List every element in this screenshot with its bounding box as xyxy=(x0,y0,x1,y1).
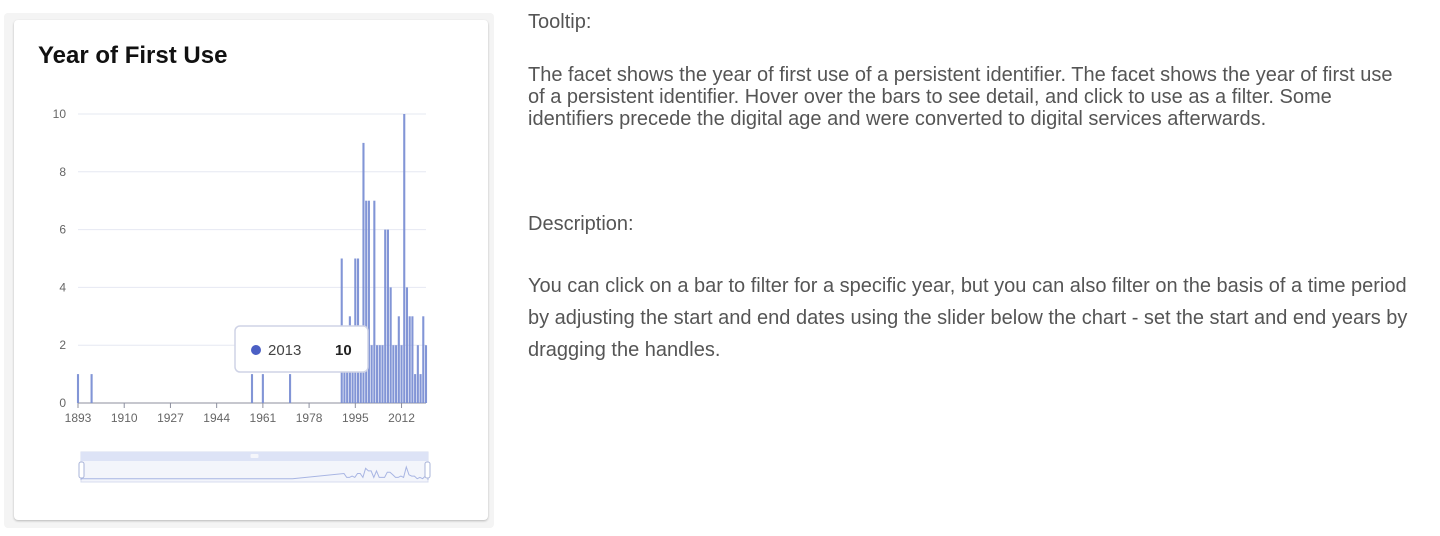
bar[interactable] xyxy=(389,287,392,403)
tooltip-value: 10 xyxy=(335,342,352,359)
y-tick-label: 10 xyxy=(53,107,67,121)
x-tick-label: 2012 xyxy=(388,411,415,425)
x-tick-label: 1961 xyxy=(250,411,277,425)
tooltip-text: The facet shows the year of first use of… xyxy=(528,64,1393,130)
bar[interactable] xyxy=(424,345,428,403)
bar[interactable] xyxy=(376,345,379,403)
bar[interactable] xyxy=(422,316,425,403)
bar[interactable] xyxy=(365,200,368,403)
bar[interactable] xyxy=(414,374,417,403)
range-slider-end-handle[interactable] xyxy=(424,461,431,479)
bar[interactable] xyxy=(370,345,373,403)
bar[interactable] xyxy=(250,374,254,403)
bar[interactable] xyxy=(261,374,264,403)
bar[interactable] xyxy=(400,345,403,403)
bar[interactable] xyxy=(419,374,422,403)
bar[interactable] xyxy=(411,316,414,403)
x-tick-label: 1910 xyxy=(111,411,138,425)
y-tick-label: 4 xyxy=(59,280,66,294)
y-tick-label: 6 xyxy=(59,223,66,237)
bar[interactable] xyxy=(76,374,80,403)
tooltip-year: 2013 xyxy=(268,342,301,359)
x-tick-label: 1995 xyxy=(342,411,369,425)
bar[interactable] xyxy=(416,345,419,403)
range-slider-grip xyxy=(250,454,259,458)
x-tick-label: 1944 xyxy=(203,411,230,425)
bar[interactable] xyxy=(397,316,400,403)
y-tick-label: 8 xyxy=(59,165,66,179)
bar[interactable] xyxy=(367,200,370,403)
x-tick-label: 1978 xyxy=(296,411,323,425)
facet-card: Year of First Use 0 2 4 6 8 10 1893 1910 1927 194… xyxy=(14,20,488,520)
bar[interactable] xyxy=(373,200,376,403)
bar[interactable] xyxy=(378,345,381,403)
description-heading: Description: xyxy=(528,213,634,235)
bar[interactable] xyxy=(90,374,93,403)
bar[interactable] xyxy=(392,345,395,403)
tooltip-heading: Tooltip: xyxy=(528,11,592,33)
bar[interactable] xyxy=(403,114,406,403)
bar[interactable] xyxy=(386,229,389,403)
bar[interactable] xyxy=(289,374,292,403)
bar[interactable] xyxy=(381,345,384,403)
x-tick-label: 1927 xyxy=(157,411,184,425)
bar[interactable] xyxy=(384,229,387,403)
bar[interactable] xyxy=(395,345,398,403)
bar-chart[interactable]: 0 2 4 6 8 10 1893 1910 1927 1944 1961 1978 1995 2012 2… xyxy=(14,20,488,520)
bar[interactable] xyxy=(408,316,411,403)
x-tick-label: 1893 xyxy=(65,411,92,425)
description-text: You can click on a bar to filter for a s… xyxy=(528,275,1408,361)
y-tick-label: 2 xyxy=(59,338,66,352)
range-slider-start-handle[interactable] xyxy=(78,461,85,479)
bar[interactable] xyxy=(405,287,409,403)
y-tick-label: 0 xyxy=(59,396,66,410)
tooltip-dot xyxy=(251,345,261,355)
